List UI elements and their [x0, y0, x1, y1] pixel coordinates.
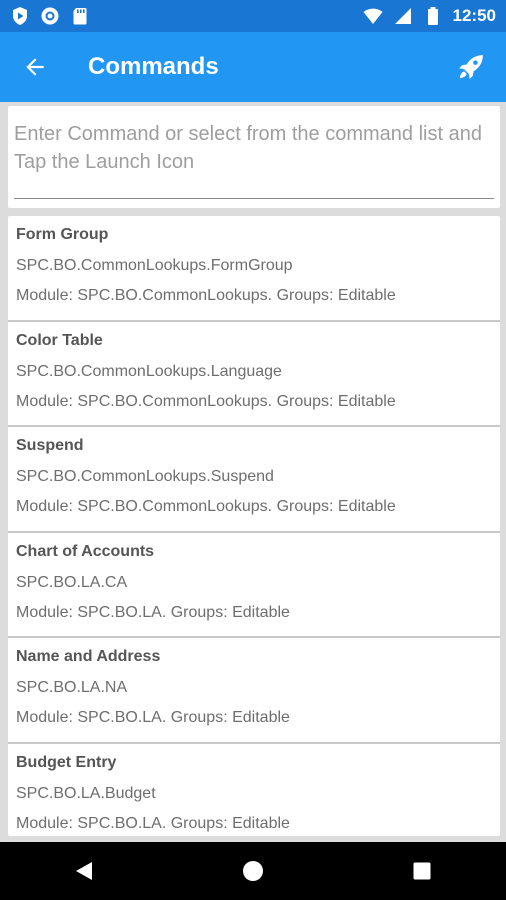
signal-icon [393, 6, 413, 26]
item-module: Module: SPC.BO.LA. Groups: Editable [16, 814, 290, 832]
nav-home-button[interactable] [223, 842, 283, 900]
page-title: Commands [88, 53, 219, 80]
status-bar-right: 12:50 [363, 6, 496, 26]
launch-button[interactable] [436, 32, 506, 102]
item-name: Suspend [16, 437, 84, 454]
list-item[interactable]: Chart of Accounts SPC.BO.LA.CA Module: S… [8, 533, 500, 638]
nav-recents-button[interactable] [392, 842, 452, 900]
item-module: Module: SPC.BO.LA. Groups: Editable [16, 709, 290, 726]
item-module: Module: SPC.BO.CommonLookups. Groups: Ed… [16, 498, 396, 515]
list-item[interactable]: Name and Address SPC.BO.LA.NA Module: SP… [8, 638, 500, 744]
item-id: SPC.BO.CommonLookups.Suspend [16, 468, 274, 485]
item-id: SPC.BO.LA.NA [16, 679, 128, 696]
play-protect-icon [10, 6, 30, 26]
list-item[interactable]: Color Table SPC.BO.CommonLookups.Languag… [8, 322, 500, 427]
nav-bar [0, 842, 506, 900]
list-item[interactable]: Suspend SPC.BO.CommonLookups.Suspend Mod… [8, 427, 500, 533]
item-id: SPC.BO.CommonLookups.FormGroup [16, 257, 293, 274]
status-time: 12:50 [452, 6, 496, 25]
item-id: SPC.BO.LA.Budget [16, 784, 156, 802]
item-name: Budget Entry [16, 753, 117, 771]
sd-card-icon [70, 6, 90, 26]
item-module: Module: SPC.BO.CommonLookups. Groups: Ed… [16, 287, 396, 304]
item-id: SPC.BO.CommonLookups.Language [16, 362, 282, 380]
app-bar: Commands [0, 32, 506, 102]
list-item[interactable]: Form Group SPC.BO.CommonLookups.FormGrou… [8, 216, 500, 322]
rocket-icon [456, 52, 486, 82]
nav-back-icon [73, 860, 95, 882]
command-list: Form Group SPC.BO.CommonLookups.FormGrou… [8, 216, 500, 836]
item-id: SPC.BO.LA.CA [16, 573, 128, 591]
command-input[interactable] [14, 120, 494, 199]
command-card [8, 106, 500, 208]
nav-home-icon [242, 860, 264, 882]
item-name: Color Table [16, 331, 103, 349]
status-bar-left [10, 6, 90, 26]
item-module: Module: SPC.BO.LA. Groups: Editable [16, 603, 290, 621]
item-name: Chart of Accounts [16, 542, 155, 560]
back-button[interactable] [0, 32, 70, 102]
list-item[interactable]: Budget Entry SPC.BO.LA.Budget Module: SP… [8, 744, 500, 837]
item-name: Name and Address [16, 648, 161, 665]
battery-icon [423, 6, 443, 26]
item-module: Module: SPC.BO.CommonLookups. Groups: Ed… [16, 392, 396, 410]
sync-circle-icon [40, 6, 60, 26]
wifi-icon [363, 6, 383, 26]
status-bar: 12:50 [0, 0, 506, 32]
nav-back-button[interactable] [54, 842, 114, 900]
nav-recents-icon [411, 860, 433, 882]
item-name: Form Group [16, 226, 109, 243]
arrow-back-icon [22, 54, 48, 80]
